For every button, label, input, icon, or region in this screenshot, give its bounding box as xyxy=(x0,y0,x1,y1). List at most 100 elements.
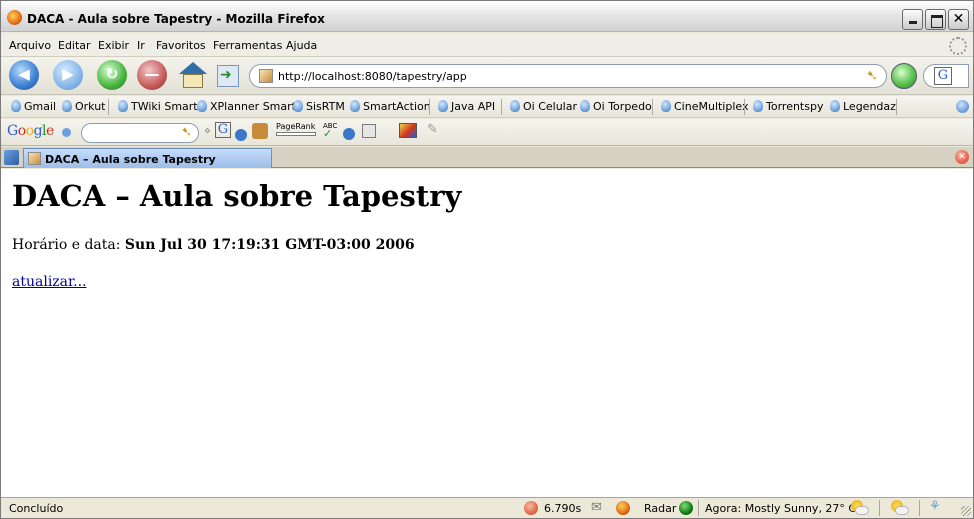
menu-bar: Arquivo Editar Exibir Ir Favoritos Ferra… xyxy=(1,33,973,57)
radar-label[interactable]: Radar xyxy=(644,502,676,515)
tab-strip: DACA – Aula sobre Tapestry ✕ xyxy=(1,147,973,168)
bookmark-sisrtm[interactable]: SisRTM xyxy=(293,100,345,115)
bookmark-icon xyxy=(580,100,590,112)
back-button[interactable]: ◀ xyxy=(9,60,39,90)
menu-ferramentas[interactable]: Ferramentas xyxy=(213,39,282,52)
bookmark-cinemultiplex[interactable]: CineMultiplex xyxy=(661,100,749,115)
status-bar: Concluído 6.790s ✉ Radar Agora: Mostly S… xyxy=(1,497,973,518)
highlight-pen-icon[interactable]: ✎ xyxy=(427,122,438,138)
load-time: 6.790s xyxy=(544,502,582,515)
bookmark-twiki-smart[interactable]: TWiki Smart xyxy=(118,100,198,115)
bookmarks-toolbar: Gmail Orkut TWiki Smart XPlanner Smart S… xyxy=(1,96,973,118)
throbber-icon xyxy=(949,37,967,55)
datetime-value: Sun Jul 30 17:19:31 GMT-03:00 2006 xyxy=(124,237,415,253)
page-heading: DACA – Aula sobre Tapestry xyxy=(12,179,462,213)
google-menu-icon[interactable] xyxy=(62,128,71,137)
bookmarks-more-icon[interactable] xyxy=(956,100,969,113)
site-favicon-icon xyxy=(259,69,273,83)
forward-button[interactable]: ▶ xyxy=(53,60,83,90)
reload-button[interactable]: ↻ xyxy=(97,60,127,90)
status-text: Concluído xyxy=(9,502,64,515)
menu-editar[interactable]: Editar xyxy=(58,39,91,52)
new-tab-icon[interactable] xyxy=(4,150,19,165)
bookmark-xplanner-smart[interactable]: XPlanner Smart xyxy=(197,100,296,115)
forward-arrow-icon: ▶ xyxy=(62,65,74,83)
spellcheck-options-icon[interactable] xyxy=(343,128,355,140)
google-search-button[interactable]: G xyxy=(215,122,231,138)
menu-exibir[interactable]: Exibir xyxy=(98,39,129,52)
stop-icon: — xyxy=(144,65,160,83)
gmail-notifier-icon[interactable]: ✉ xyxy=(591,500,602,515)
go-page-icon[interactable] xyxy=(217,65,239,87)
autolink-icon[interactable] xyxy=(362,124,376,138)
datetime-line: Horário e data: Sun Jul 30 17:19:31 GMT-… xyxy=(12,237,415,253)
window-title: DACA - Aula sobre Tapestry - Mozilla Fir… xyxy=(27,12,325,26)
menu-ir[interactable]: Ir xyxy=(137,39,145,52)
google-engine-icon: G xyxy=(934,67,952,85)
weather-forecast-icon[interactable] xyxy=(887,500,909,516)
bookmark-icon xyxy=(293,100,303,112)
home-button[interactable] xyxy=(177,62,209,90)
bookmark-oi-torpedo[interactable]: Oi Torpedo xyxy=(580,100,652,115)
refresh-link[interactable]: atualizar... xyxy=(12,274,87,290)
google-search-box[interactable]: ➷ xyxy=(81,123,199,143)
weather-sunny-icon[interactable] xyxy=(847,500,869,516)
maximize-button[interactable] xyxy=(925,9,946,30)
search-engine-box[interactable]: G xyxy=(923,64,969,88)
google-search-arrow-icon[interactable]: ➷ xyxy=(181,125,192,140)
pagerank-bar xyxy=(276,132,316,136)
datetime-label: Horário e data: xyxy=(12,237,121,253)
pagerank-indicator[interactable]: PageRank xyxy=(276,122,316,136)
bookmark-orkut[interactable]: Orkut xyxy=(62,100,106,115)
radar-icon[interactable] xyxy=(679,501,693,515)
back-arrow-icon: ◀ xyxy=(18,65,30,83)
bookmark-icon xyxy=(753,100,763,112)
stop-button[interactable]: — xyxy=(137,60,167,90)
bookmark-icon xyxy=(661,100,671,112)
page-content: DACA – Aula sobre Tapestry Horário e dat… xyxy=(1,169,973,497)
google-logo[interactable]: Google xyxy=(7,123,54,139)
fasterfox-icon[interactable] xyxy=(524,501,538,515)
popup-blocker-icon[interactable] xyxy=(252,123,268,139)
bookmark-gmail[interactable]: Gmail xyxy=(11,100,56,115)
menu-favoritos[interactable]: Favoritos xyxy=(156,39,206,52)
google-toolbar: Google ➷ ⋄ G PageRank ABC ✓ ✎ xyxy=(1,119,973,146)
bookmark-icon xyxy=(118,100,128,112)
resize-grip[interactable] xyxy=(961,506,971,516)
autofill-icon[interactable] xyxy=(399,123,417,138)
bookmark-icon xyxy=(350,100,360,112)
bookmark-torrentspy[interactable]: Torrentspy xyxy=(753,100,823,115)
bookmark-icon xyxy=(62,100,72,112)
menu-arquivo[interactable]: Arquivo xyxy=(9,39,51,52)
bookmark-smartaction[interactable]: SmartAction xyxy=(350,100,431,115)
navigation-toolbar: ◀ ▶ ↻ — ➷ G xyxy=(1,57,973,95)
home-icon xyxy=(179,62,207,74)
firefox-icon[interactable] xyxy=(7,10,22,25)
tab-favicon-icon xyxy=(28,152,41,165)
dropdown-arrow-icon[interactable]: ➷ xyxy=(866,68,878,84)
checkmark-icon: ✓ xyxy=(323,127,333,140)
toolbar-grip-icon: ⋄ xyxy=(204,124,211,137)
bookmark-legendaz[interactable]: Legendaz xyxy=(830,100,896,115)
close-button[interactable]: ✕ xyxy=(948,9,969,30)
close-tab-icon[interactable]: ✕ xyxy=(955,150,969,164)
firefox-status-icon[interactable] xyxy=(616,501,630,515)
bookmark-oi-celular[interactable]: Oi Celular xyxy=(510,100,577,115)
go-button[interactable] xyxy=(891,63,917,89)
weather-text[interactable]: Agora: Mostly Sunny, 27° C xyxy=(705,502,856,515)
spellcheck-button[interactable]: ABC ✓ xyxy=(323,122,337,140)
url-bar[interactable]: ➷ xyxy=(249,64,887,88)
url-input[interactable] xyxy=(278,68,848,84)
browser-window: DACA - Aula sobre Tapestry - Mozilla Fir… xyxy=(0,0,974,519)
minimize-button[interactable] xyxy=(902,9,923,30)
reload-icon: ↻ xyxy=(105,65,119,83)
menu-ajuda[interactable]: Ajuda xyxy=(286,39,317,52)
bookmark-java-api[interactable]: Java API xyxy=(438,100,495,115)
bookmark-icon xyxy=(438,100,448,112)
bookmark-icon xyxy=(11,100,21,112)
google-options-icon[interactable] xyxy=(235,129,247,141)
tab-daca-tapestry[interactable]: DACA – Aula sobre Tapestry xyxy=(23,148,272,168)
bookmark-icon xyxy=(510,100,520,112)
bookmark-icon xyxy=(830,100,840,112)
extension-status-icon[interactable]: ⚘ xyxy=(929,499,941,514)
